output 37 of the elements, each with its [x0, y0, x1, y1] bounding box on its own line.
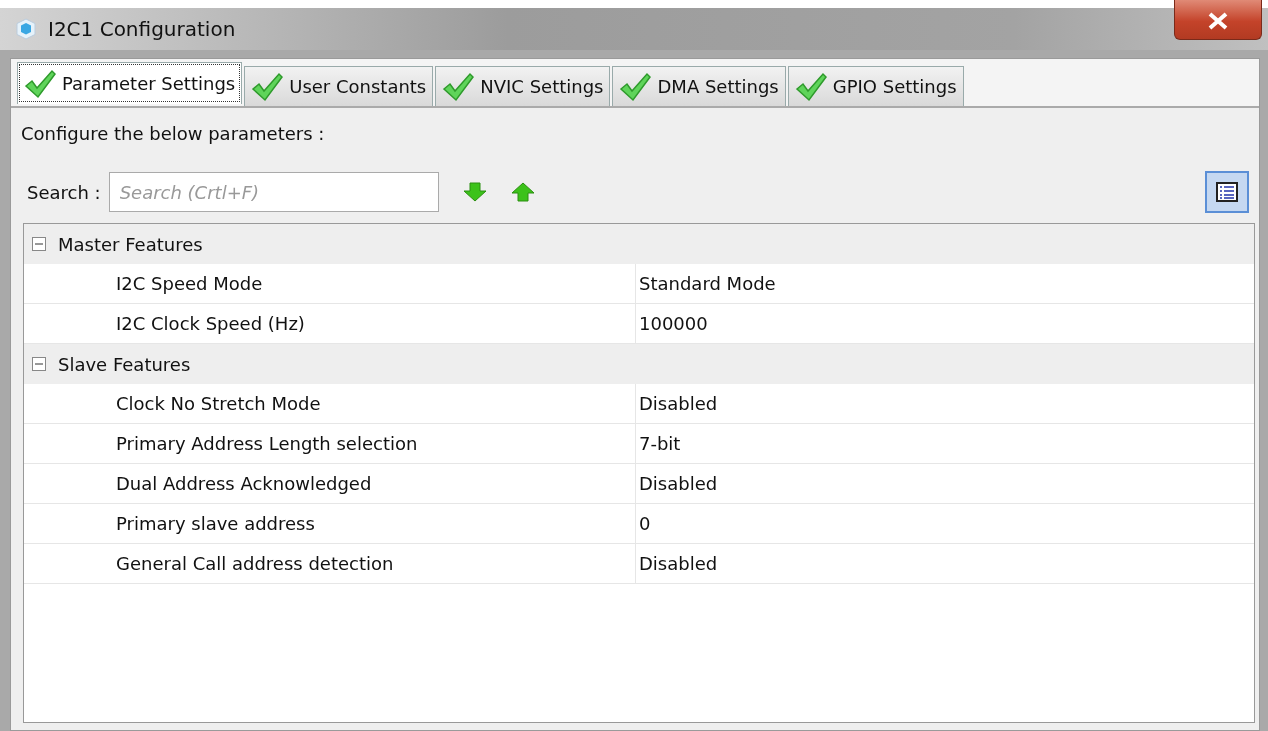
search-label: Search :: [27, 180, 101, 205]
instructions-text: Configure the below parameters :: [21, 123, 325, 144]
parameter-value[interactable]: Disabled: [639, 390, 718, 417]
close-icon: [1207, 12, 1229, 30]
group-name: Slave Features: [58, 352, 191, 377]
check-icon: [24, 68, 56, 99]
parameter-value[interactable]: Disabled: [639, 550, 718, 577]
collapse-icon[interactable]: [32, 357, 46, 371]
tab[interactable]: NVIC Settings: [435, 66, 611, 106]
list-view-button[interactable]: [1205, 171, 1249, 213]
collapse-icon[interactable]: [32, 237, 46, 251]
tab[interactable]: GPIO Settings: [787, 66, 964, 106]
parameter-name: I2C Speed Mode: [116, 272, 263, 296]
parameter-name: I2C Clock Speed (Hz): [116, 312, 305, 336]
check-icon: [251, 71, 284, 102]
close-button[interactable]: [1174, 0, 1262, 40]
check-icon: [794, 71, 827, 102]
check-icon: [619, 71, 652, 102]
parameter-name: Primary Address Length selection: [116, 432, 418, 456]
app-cube-icon: [14, 17, 38, 41]
tab[interactable]: User Constants: [244, 66, 434, 106]
search-field[interactable]: Search (Crtl+F): [108, 172, 439, 212]
group-name: Master Features: [58, 232, 203, 257]
parameter-value[interactable]: 100000: [639, 310, 708, 337]
tab[interactable]: Parameter Settings: [17, 62, 243, 104]
parameter-value[interactable]: 7-bit: [639, 430, 681, 457]
window-title: I2C1 Configuration: [48, 16, 236, 43]
parameter-value[interactable]: Disabled: [639, 470, 718, 497]
parameter-name: General Call address detection: [116, 552, 394, 576]
parameter-value[interactable]: Standard Mode: [639, 270, 776, 297]
parameter-name: Clock No Stretch Mode: [116, 392, 321, 416]
tab[interactable]: DMA Settings: [612, 66, 786, 106]
list-icon: [1215, 181, 1239, 203]
parameter-name: Primary slave address: [116, 512, 315, 536]
parameter-value[interactable]: 0: [639, 510, 651, 537]
check-icon: [442, 71, 475, 102]
parameter-name: Dual Address Acknowledged: [116, 472, 372, 496]
